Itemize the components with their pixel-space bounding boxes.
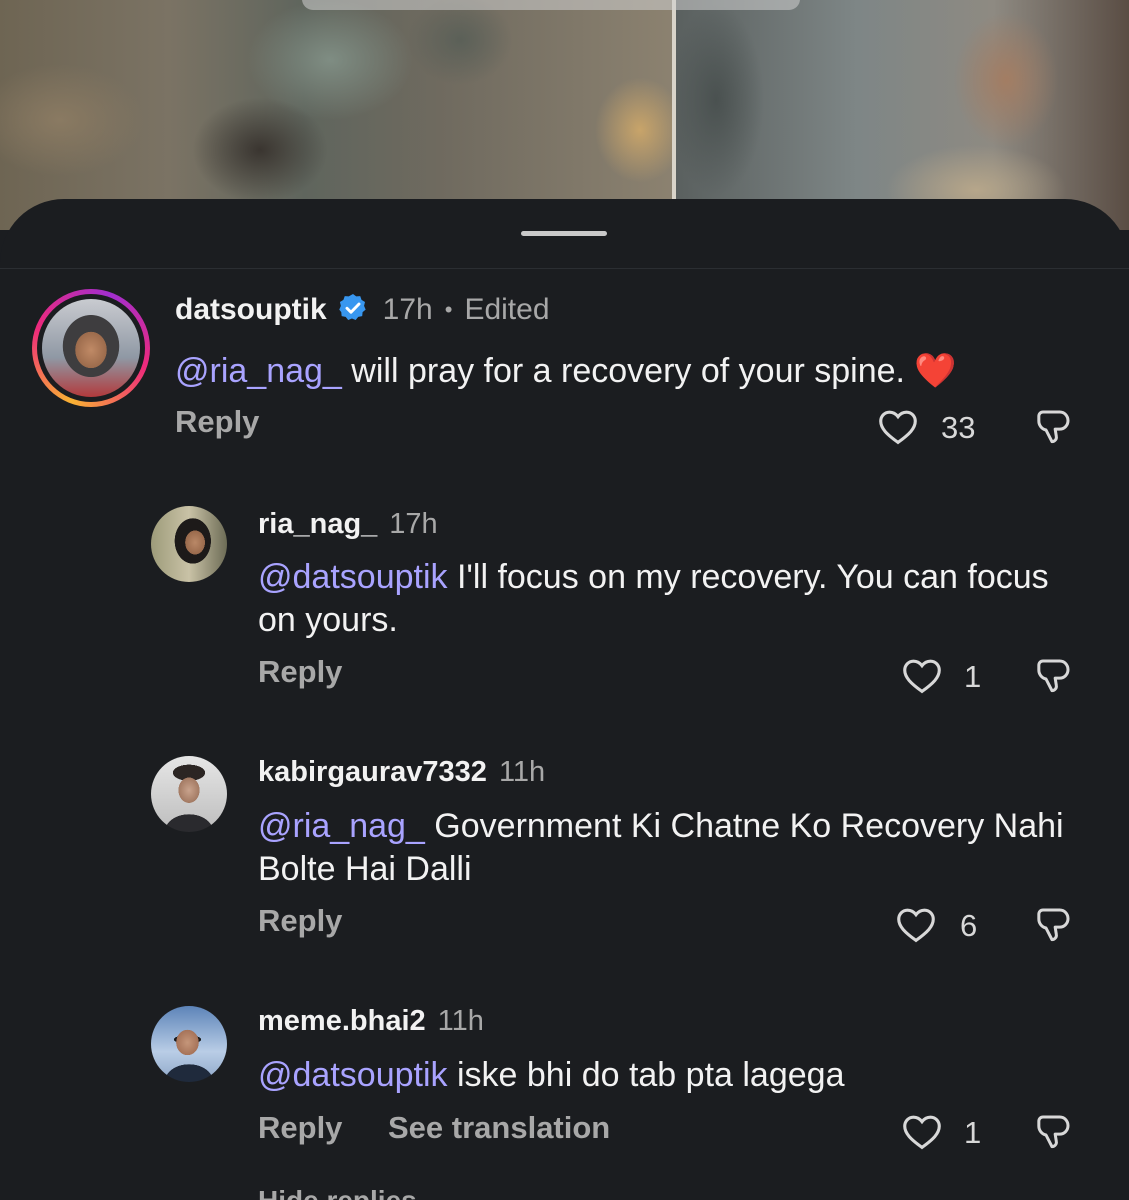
like-button[interactable]	[899, 1108, 945, 1154]
like-count: 1	[964, 1115, 982, 1150]
comment-timestamp: 11h	[498, 755, 546, 788]
comment-timestamp: 17h	[389, 507, 438, 540]
heart-icon	[897, 908, 935, 943]
heart-icon	[903, 659, 941, 694]
reply-button[interactable]: Reply	[258, 1110, 342, 1146]
avatar[interactable]	[151, 1006, 227, 1082]
post-media-preview[interactable]	[0, 0, 1129, 230]
dislike-button[interactable]	[1030, 1109, 1076, 1155]
verified-badge-icon	[337, 292, 369, 329]
like-button[interactable]	[893, 901, 939, 947]
sheet-drag-handle[interactable]	[521, 231, 607, 236]
mention-link[interactable]: @ria_nag_	[175, 352, 342, 390]
comment-timestamp: 17h	[382, 293, 433, 326]
avatar-story-ring[interactable]	[32, 289, 150, 407]
mention-link[interactable]: @datsouptik	[258, 558, 448, 596]
like-count: 1	[964, 659, 982, 694]
like-count: 6	[960, 908, 978, 943]
thumbs-down-icon	[1037, 908, 1070, 942]
comment-text: @datsouptik I'll focus on my recovery. Y…	[258, 558, 1049, 639]
heart-emoji: ❤️	[914, 352, 957, 390]
like-button[interactable]	[875, 403, 921, 449]
comment-text: @ria_nag_ Government Ki Chatne Ko Recove…	[258, 807, 1064, 888]
post-image-left	[0, 0, 676, 230]
comment-text: @datsouptik iske bhi do tab pta lagega	[258, 1056, 845, 1094]
comment-timestamp: 11h	[437, 1004, 484, 1037]
comment-username[interactable]: datsouptik	[175, 293, 327, 327]
edited-label: Edited	[464, 293, 550, 326]
post-image-right	[676, 0, 1129, 230]
comment-username[interactable]: meme.bhai2	[258, 1005, 426, 1038]
comment-text: @ria_nag_ will pray for a recovery of yo…	[175, 352, 957, 390]
mention-link[interactable]: @ria_nag_	[258, 807, 425, 845]
reply-button[interactable]: Reply	[175, 404, 259, 440]
reply-button[interactable]: Reply	[258, 903, 342, 939]
comment-username[interactable]: ria_nag_	[258, 508, 377, 541]
see-translation-button[interactable]: See translation	[388, 1110, 610, 1146]
reply-button[interactable]: Reply	[258, 654, 342, 690]
comment-username[interactable]: kabirgaurav7332	[258, 756, 487, 789]
heart-icon	[879, 410, 917, 445]
media-overlay-bar	[302, 0, 800, 10]
mention-link[interactable]: @datsouptik	[258, 1056, 448, 1094]
avatar	[42, 299, 140, 397]
like-button[interactable]	[899, 652, 945, 698]
thumbs-down-icon	[1037, 659, 1070, 693]
dislike-button[interactable]	[1030, 404, 1076, 450]
avatar[interactable]	[151, 756, 227, 832]
dislike-button[interactable]	[1030, 653, 1076, 699]
like-count: 33	[941, 410, 976, 445]
meta-separator: •	[444, 297, 453, 322]
heart-icon	[903, 1115, 941, 1150]
thumbs-down-icon	[1037, 1115, 1070, 1149]
hide-replies-button[interactable]: Hide replies	[258, 1185, 417, 1200]
sheet-divider	[0, 268, 1129, 269]
avatar[interactable]	[151, 506, 227, 582]
thumbs-down-icon	[1037, 410, 1070, 444]
dislike-button[interactable]	[1030, 902, 1076, 948]
